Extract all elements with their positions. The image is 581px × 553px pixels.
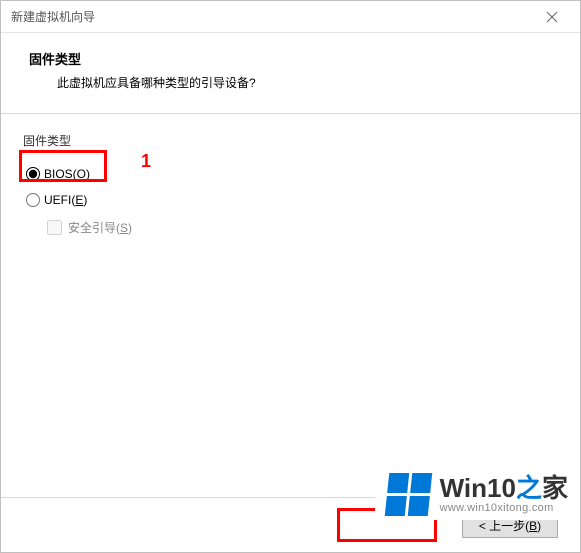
wizard-dialog: 新建虚拟机向导 固件类型 此虚拟机应具备哪种类型的引导设备? 固件类型 1 BI… <box>0 0 581 553</box>
radio-uefi-suffix: ) <box>83 193 87 207</box>
watermark: Win10之家 www.win10xitong.com <box>375 465 580 520</box>
radio-uefi-input[interactable] <box>26 193 40 207</box>
page-subtitle: 此虚拟机应具备哪种类型的引导设备? <box>29 74 580 91</box>
back-button-prefix: < 上一步( <box>479 519 529 533</box>
radio-bios-label: BIOS(O) <box>44 167 90 181</box>
secure-boot-suffix: ) <box>128 221 132 235</box>
watermark-brand-mid: 之 <box>516 473 542 503</box>
secure-boot-mnemonic: S <box>120 221 128 235</box>
radio-bios[interactable]: BIOS(O) <box>23 167 558 181</box>
checkbox-secure-boot-input[interactable] <box>47 220 62 235</box>
titlebar: 新建虚拟机向导 <box>1 1 580 33</box>
wizard-body: 固件类型 1 BIOS(O) UEFI(E) 安全引导(S) <box>1 114 580 236</box>
watermark-url: www.win10xitong.com <box>440 503 568 514</box>
firmware-group-label: 固件类型 <box>23 132 558 149</box>
dialog-title: 新建虚拟机向导 <box>11 8 95 25</box>
secure-boot-prefix: 安全引导( <box>68 221 120 235</box>
back-button-suffix: ) <box>537 519 541 533</box>
radio-uefi-prefix: UEFI( <box>44 193 75 207</box>
radio-bios-input[interactable] <box>26 167 40 181</box>
radio-bios-suffix: ) <box>86 167 90 181</box>
close-button[interactable] <box>532 5 572 29</box>
checkbox-secure-boot[interactable]: 安全引导(S) <box>23 219 558 236</box>
radio-uefi-label: UEFI(E) <box>44 193 87 207</box>
watermark-brand-prefix: Win10 <box>440 473 516 503</box>
annotation-label-1: 1 <box>141 151 151 172</box>
page-title: 固件类型 <box>29 49 580 68</box>
windows-logo-icon <box>384 473 432 516</box>
radio-uefi[interactable]: UEFI(E) <box>23 193 558 207</box>
watermark-text: Win10之家 www.win10xitong.com <box>440 475 568 514</box>
close-icon <box>546 11 558 23</box>
watermark-brand: Win10之家 <box>440 475 568 501</box>
radio-bios-prefix: BIOS( <box>44 167 77 181</box>
checkbox-secure-boot-label: 安全引导(S) <box>68 219 132 236</box>
radio-bios-mnemonic: O <box>77 167 86 181</box>
watermark-brand-suffix: 家 <box>542 473 568 503</box>
wizard-header: 固件类型 此虚拟机应具备哪种类型的引导设备? <box>1 33 580 114</box>
back-button-mnemonic: B <box>529 519 537 533</box>
